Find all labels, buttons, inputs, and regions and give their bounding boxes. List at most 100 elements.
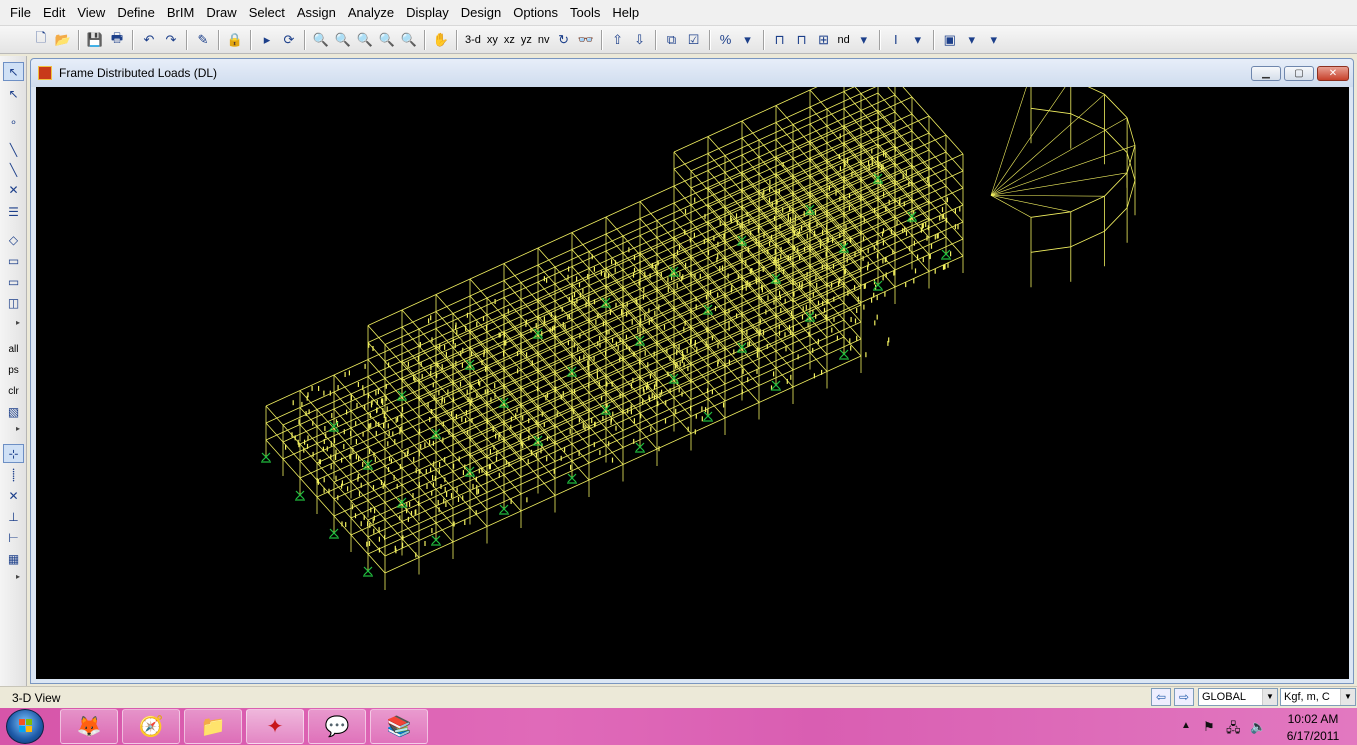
- move-down-icon[interactable]: ⇩: [629, 29, 651, 51]
- clear-selection-button[interactable]: clr: [3, 382, 24, 401]
- draw-solid-icon[interactable]: ◫: [3, 293, 24, 312]
- menu-select[interactable]: Select: [243, 0, 291, 26]
- coord-system-select[interactable]: GLOBAL ▼: [1198, 688, 1278, 706]
- print-icon[interactable]: 🖶: [106, 29, 128, 51]
- toolbar-separator: [132, 29, 134, 50]
- intersecting-line-icon[interactable]: ▧: [3, 402, 24, 421]
- menu-define[interactable]: Define: [111, 0, 161, 26]
- zoom-extents-icon[interactable]: 🔍: [332, 29, 354, 51]
- taskbar-sap2000[interactable]: ✦: [246, 709, 304, 744]
- toolbar-overflow-icon[interactable]: ▸: [16, 424, 20, 433]
- units-select[interactable]: Kgf, m, C ▼: [1280, 688, 1356, 706]
- toolbar-overflow-icon[interactable]: ▾: [983, 29, 1005, 51]
- draw-frame-icon[interactable]: ╲: [3, 140, 24, 159]
- frame-shape-icon[interactable]: ⊓: [791, 29, 813, 51]
- snap-fine-grid-icon[interactable]: ▦: [3, 549, 24, 568]
- perspective-icon[interactable]: 👓: [575, 29, 597, 51]
- taskbar-winrar[interactable]: 📚: [370, 709, 428, 744]
- pan-icon[interactable]: ✋: [430, 29, 452, 51]
- section-i-icon[interactable]: I: [885, 29, 907, 51]
- taskbar-browser[interactable]: 🧭: [122, 709, 180, 744]
- arrow-right-icon[interactable]: ⇨: [1174, 688, 1194, 706]
- quick-draw-area-icon[interactable]: ▭: [3, 272, 24, 291]
- chevron-down-icon[interactable]: ▾: [907, 29, 929, 51]
- view-xz-button[interactable]: xz: [501, 29, 518, 51]
- maximize-icon[interactable]: ▢: [1284, 66, 1314, 81]
- draw-rect-area-icon[interactable]: ▭: [3, 251, 24, 270]
- model-viewport[interactable]: [36, 87, 1349, 679]
- display-frame-icon[interactable]: ▣: [939, 29, 961, 51]
- pencil-icon[interactable]: ✎: [192, 29, 214, 51]
- snap-lines-icon[interactable]: ⊢: [3, 528, 24, 547]
- view-nd-button[interactable]: nd: [835, 29, 853, 51]
- tray-expand-icon[interactable]: ▲: [1181, 720, 1191, 731]
- frame-section-icon[interactable]: ⊓: [769, 29, 791, 51]
- menu-help[interactable]: Help: [606, 0, 645, 26]
- previous-selection-button[interactable]: ps: [3, 361, 24, 380]
- draw-poly-area-icon[interactable]: ◇: [3, 230, 24, 249]
- menu-design[interactable]: Design: [455, 0, 507, 26]
- draw-point-icon[interactable]: ∘: [3, 112, 24, 131]
- minimize-icon[interactable]: ▁: [1251, 66, 1281, 81]
- clock-time[interactable]: 10:02 AM: [1283, 712, 1343, 726]
- open-folder-icon[interactable]: 📂: [52, 29, 74, 51]
- view-3d-button[interactable]: 3-d: [462, 29, 484, 51]
- close-icon[interactable]: ✕: [1317, 66, 1349, 81]
- snap-intersections-icon[interactable]: ✕: [3, 486, 24, 505]
- menu-view[interactable]: View: [71, 0, 111, 26]
- chevron-down-icon[interactable]: ▾: [961, 29, 983, 51]
- menu-analyze[interactable]: Analyze: [342, 0, 400, 26]
- rotate-view-icon[interactable]: ⟳: [278, 29, 300, 51]
- menu-assign[interactable]: Assign: [291, 0, 342, 26]
- set-display-options-icon[interactable]: ☑: [683, 29, 705, 51]
- pointer-icon[interactable]: ↖: [3, 62, 24, 81]
- draw-brace-icon[interactable]: ✕: [3, 180, 24, 199]
- menu-options[interactable]: Options: [507, 0, 564, 26]
- view-xy-button[interactable]: xy: [484, 29, 501, 51]
- run-analysis-icon[interactable]: ▸: [256, 29, 278, 51]
- snap-perpendicular-icon[interactable]: ⊥: [3, 507, 24, 526]
- action-center-flag-icon[interactable]: ⚑: [1203, 719, 1215, 735]
- taskbar-messenger[interactable]: 💬: [308, 709, 366, 744]
- zoom-out-icon[interactable]: 🔍: [398, 29, 420, 51]
- zoom-previous-icon[interactable]: 🔍: [354, 29, 376, 51]
- select-all-button[interactable]: all: [3, 340, 24, 359]
- taskbar-explorer[interactable]: 📁: [184, 709, 242, 744]
- toolbar-overflow-icon[interactable]: ▾: [853, 29, 875, 51]
- toolbar-overflow-icon[interactable]: ▾: [737, 29, 759, 51]
- taskbar-firefox[interactable]: 🦊: [60, 709, 118, 744]
- zoom-window-icon[interactable]: 🔍: [310, 29, 332, 51]
- model-window-titlebar[interactable]: Frame Distributed Loads (DL) ▁ ▢ ✕: [31, 59, 1353, 87]
- quick-draw-frame-icon[interactable]: ╲: [3, 160, 24, 179]
- object-shrink-icon[interactable]: ⧉: [661, 29, 683, 51]
- menu-draw[interactable]: Draw: [200, 0, 242, 26]
- percent-icon[interactable]: %: [715, 29, 737, 51]
- snap-ends-icon[interactable]: ⸽: [3, 465, 24, 484]
- menu-file[interactable]: File: [4, 0, 37, 26]
- lock-icon[interactable]: 🔒: [224, 29, 246, 51]
- frame-member-icon[interactable]: ⊞: [813, 29, 835, 51]
- menu-display[interactable]: Display: [400, 0, 455, 26]
- view-yz-button[interactable]: yz: [518, 29, 535, 51]
- start-button[interactable]: [6, 709, 44, 744]
- volume-icon[interactable]: 🔈: [1250, 719, 1266, 735]
- view-nv-button[interactable]: nv: [535, 29, 553, 51]
- toolbar-overflow-icon[interactable]: ▸: [16, 572, 20, 581]
- save-icon[interactable]: 💾: [84, 29, 106, 51]
- zoom-in-icon[interactable]: 🔍: [376, 29, 398, 51]
- menu-edit[interactable]: Edit: [37, 0, 71, 26]
- network-icon[interactable]: 🖧: [1226, 719, 1241, 741]
- move-up-icon[interactable]: ⇧: [607, 29, 629, 51]
- menu-tools[interactable]: Tools: [564, 0, 606, 26]
- undo-icon[interactable]: ↶: [138, 29, 160, 51]
- new-file-icon[interactable]: 🗋: [30, 29, 52, 51]
- draw-secondary-beam-icon[interactable]: ☰: [3, 202, 24, 221]
- redo-icon[interactable]: ↷: [160, 29, 182, 51]
- snap-points-icon[interactable]: ⊹: [3, 444, 24, 463]
- toolbar-overflow-icon[interactable]: ▸: [16, 318, 20, 327]
- rotate-3d-icon[interactable]: ↻: [553, 29, 575, 51]
- clock-date[interactable]: 6/17/2011: [1280, 729, 1346, 743]
- arrow-left-icon[interactable]: ⇦: [1151, 688, 1171, 706]
- reshape-icon[interactable]: ↖: [3, 84, 24, 103]
- menu-brim[interactable]: BrIM: [161, 0, 200, 26]
